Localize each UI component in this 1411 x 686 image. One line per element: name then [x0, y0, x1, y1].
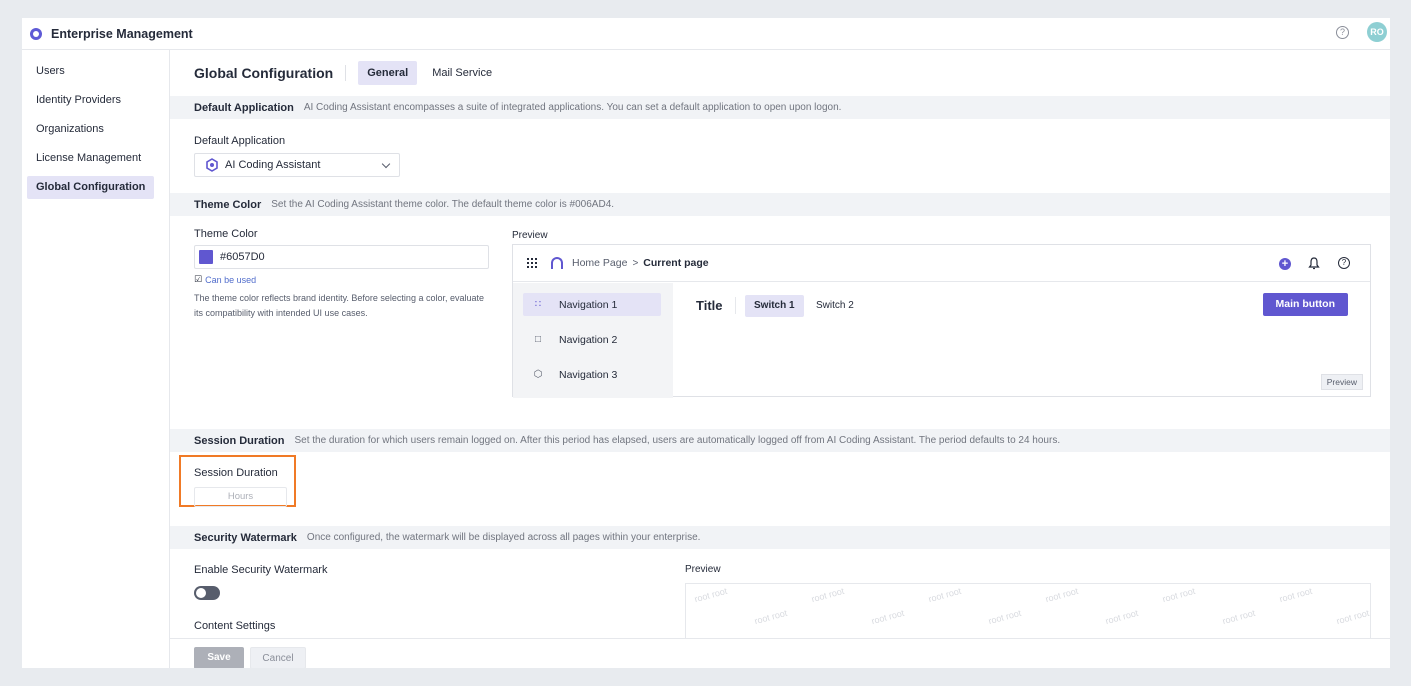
color-swatch[interactable] — [199, 250, 213, 264]
preview-switch-1: Switch 1 — [745, 295, 804, 317]
bell-icon — [1308, 257, 1320, 270]
preview-nav-label: Navigation 1 — [559, 298, 618, 311]
breadcrumb-home: Home Page — [572, 257, 628, 269]
sidebar: Users Identity Providers Organizations L… — [22, 50, 170, 668]
preview-logo-icon — [551, 257, 563, 269]
enable-watermark-label: Enable Security Watermark — [194, 564, 328, 576]
watermark-text: root root — [870, 607, 906, 627]
watermark-text: root root — [1335, 607, 1371, 627]
chevron-down-icon — [381, 159, 391, 169]
ai-assistant-icon — [206, 158, 218, 172]
watermark-text: root root — [1104, 607, 1140, 627]
preview-switch-2: Switch 2 — [816, 300, 854, 311]
watermark-text: root root — [927, 585, 963, 605]
watermark-text: root root — [1044, 585, 1080, 605]
watermark-text: root root — [693, 585, 729, 605]
hexagon-icon: ⬡ — [533, 369, 543, 380]
plus-circle-icon: + — [1279, 258, 1291, 270]
preview-nav-item-2: □ Navigation 2 — [523, 328, 661, 351]
default-application-select[interactable]: AI Coding Assistant — [194, 153, 400, 177]
tab-mail-service[interactable]: Mail Service — [423, 61, 501, 85]
can-be-used-status: ☑ Can be used — [194, 274, 256, 285]
preview-nav-label: Navigation 3 — [559, 368, 618, 381]
preview-title: Title — [696, 298, 723, 313]
watermark-text: root root — [1278, 585, 1314, 605]
theme-color-input[interactable]: #6057D0 — [194, 245, 489, 269]
preview-nav-item-1: ∷ Navigation 1 — [523, 293, 661, 316]
watermark-text: root root — [810, 585, 846, 605]
session-duration-label: Session Duration — [194, 467, 278, 479]
page-title: Global Configuration — [194, 65, 334, 81]
apps-icon: ∷ — [534, 299, 542, 310]
form-footer: Save Cancel — [170, 638, 1390, 668]
enable-watermark-toggle[interactable] — [194, 586, 220, 600]
preview-main-button: Main button — [1262, 293, 1348, 316]
preview-nav-label: Navigation 2 — [559, 333, 618, 346]
preview-help-icon: ? — [1338, 257, 1350, 269]
tab-general[interactable]: General — [358, 61, 418, 85]
breadcrumb-separator: > — [632, 257, 639, 269]
app-window: Enterprise Management ? RO Users Identit… — [22, 18, 1390, 668]
section-description: Set the AI Coding Assistant theme color.… — [271, 199, 615, 210]
top-bar: Enterprise Management ? RO — [22, 18, 1390, 50]
section-session-duration: Session Duration Set the duration for wh… — [170, 429, 1390, 452]
sidebar-item-users[interactable]: Users — [27, 60, 154, 83]
save-button[interactable]: Save — [194, 647, 244, 668]
help-icon[interactable]: ? — [1336, 26, 1349, 39]
theme-color-value: #6057D0 — [220, 251, 265, 263]
folder-icon: □ — [534, 334, 542, 345]
page-header: Global Configuration General Mail Servic… — [170, 50, 1390, 96]
preview-top-bar: Home Page > Current page + ? — [513, 245, 1370, 282]
content-settings-label: Content Settings — [194, 620, 276, 632]
app-logo-icon — [30, 27, 42, 40]
can-be-used-text: Can be used — [205, 274, 257, 285]
theme-color-note: The theme color reflects brand identity.… — [194, 293, 484, 318]
check-shield-icon: ☑ — [194, 274, 203, 284]
avatar[interactable]: RO — [1367, 22, 1387, 42]
watermark-preview-label: Preview — [685, 564, 721, 575]
cancel-button[interactable]: Cancel — [250, 647, 306, 668]
watermark-text: root root — [753, 607, 789, 627]
section-description: Once configured, the watermark will be d… — [306, 532, 701, 543]
app-title: Enterprise Management — [51, 26, 193, 41]
section-description: AI Coding Assistant encompasses a suite … — [303, 102, 842, 113]
sidebar-item-organizations[interactable]: Organizations — [27, 118, 154, 141]
watermark-text: root root — [1221, 607, 1257, 627]
preview-divider — [735, 297, 736, 314]
breadcrumb-current: Current page — [643, 257, 709, 269]
section-default-application: Default Application AI Coding Assistant … — [170, 96, 1390, 119]
main-content: Global Configuration General Mail Servic… — [170, 50, 1390, 668]
section-title: Session Duration — [194, 434, 285, 447]
watermark-text: root root — [987, 607, 1023, 627]
section-title: Security Watermark — [194, 531, 297, 544]
section-description: Set the duration for which users remain … — [294, 435, 1061, 446]
sidebar-item-global-configuration[interactable]: Global Configuration — [27, 176, 154, 199]
sidebar-item-license-management[interactable]: License Management — [27, 147, 154, 170]
section-theme-color: Theme Color Set the AI Coding Assistant … — [170, 193, 1390, 216]
sidebar-item-identity-providers[interactable]: Identity Providers — [27, 89, 154, 112]
theme-color-label: Theme Color — [194, 228, 258, 240]
default-application-label: Default Application — [194, 135, 286, 147]
grid-icon — [527, 258, 537, 268]
section-security-watermark: Security Watermark Once configured, the … — [170, 526, 1390, 549]
theme-preview-label: Preview — [512, 230, 548, 241]
preview-nav: ∷ Navigation 1 □ Navigation 2 ⬡ Navigati… — [513, 283, 673, 398]
theme-preview: Home Page > Current page + ? ∷ Navigatio… — [512, 244, 1371, 398]
session-duration-input[interactable]: Hours — [194, 487, 287, 507]
preview-badge: Preview — [1320, 374, 1363, 390]
section-title: Default Application — [194, 101, 294, 114]
default-application-value: AI Coding Assistant — [225, 159, 321, 171]
section-title: Theme Color — [194, 198, 262, 211]
preview-nav-item-3: ⬡ Navigation 3 — [523, 363, 661, 386]
watermark-text: root root — [1161, 585, 1197, 605]
header-divider — [345, 65, 347, 81]
